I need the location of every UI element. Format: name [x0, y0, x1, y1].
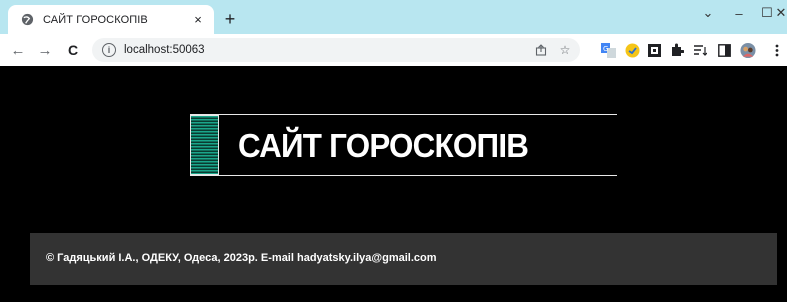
browser-tab-strip: САЙТ ГОРОСКОПІВ × + ⌄ – ☐ ✕ [0, 0, 787, 34]
back-button[interactable]: ← [7, 39, 29, 61]
star-icon[interactable]: ☆ [556, 41, 574, 59]
banner-stripes [190, 115, 219, 175]
profile-avatar-icon[interactable] [740, 42, 756, 58]
puzzle-icon[interactable] [669, 42, 685, 58]
page-title: САЙТ ГОРОСКОПІВ [238, 127, 529, 164]
globe-icon [20, 13, 34, 27]
address-bar[interactable]: i localhost:50063 ☆ [92, 38, 580, 62]
reading-list-icon[interactable] [692, 42, 708, 58]
svg-text:G: G [603, 45, 608, 53]
url-text[interactable]: localhost:50063 [124, 44, 532, 56]
menu-icon[interactable] [772, 42, 782, 58]
tab-search-icon[interactable]: ⌄ [697, 2, 719, 24]
forward-button[interactable]: → [34, 39, 56, 61]
qr-icon[interactable] [646, 42, 662, 58]
footer-copyright: © Гадяцький І.А., ОДЕКУ, Одеса, 2023р. E… [46, 252, 437, 264]
extension-yellow-icon[interactable] [624, 42, 640, 58]
browser-toolbar: ← → C i localhost:50063 ☆ G [0, 34, 787, 66]
side-panel-icon[interactable] [716, 42, 732, 58]
minimize-button[interactable]: – [728, 2, 750, 24]
site-footer: © Гадяцький І.А., ОДЕКУ, Одеса, 2023р. E… [30, 233, 777, 285]
browser-tab[interactable]: САЙТ ГОРОСКОПІВ × [8, 5, 214, 34]
new-tab-button[interactable]: + [220, 9, 240, 29]
page-content: САЙТ ГОРОСКОПІВ © Гадяцький І.А., ОДЕКУ,… [0, 66, 787, 302]
site-header-banner: САЙТ ГОРОСКОПІВ [190, 114, 617, 176]
translate-icon[interactable]: G [600, 42, 616, 58]
reload-button[interactable]: C [62, 39, 84, 61]
share-icon[interactable] [532, 41, 550, 59]
close-window-button[interactable]: ✕ [775, 2, 787, 24]
site-info-icon[interactable]: i [102, 43, 116, 57]
tab-title: САЙТ ГОРОСКОПІВ [43, 13, 148, 26]
tab-close-icon[interactable]: × [188, 10, 208, 30]
